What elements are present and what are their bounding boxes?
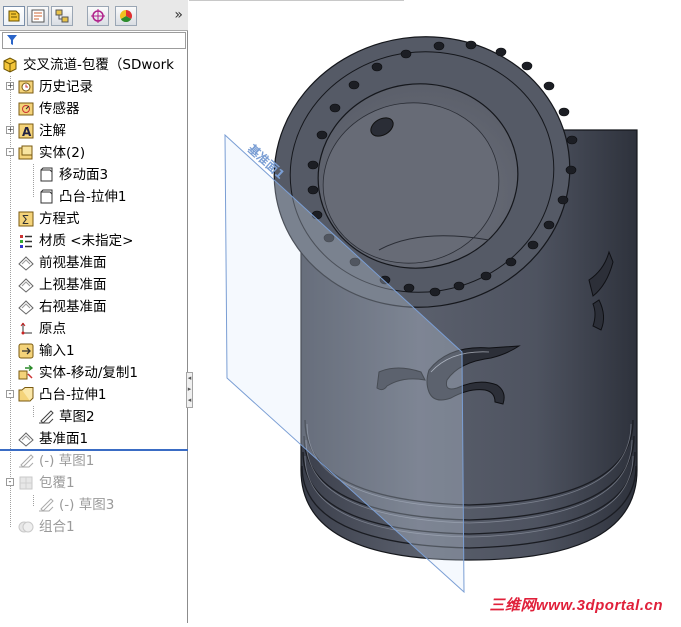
tree-item-label: 实体(2)	[39, 145, 86, 161]
tree-item-label: 组合1	[39, 519, 75, 535]
tree-item[interactable]: 移动面3	[0, 164, 188, 186]
tree-item-label: 凸台-拉伸1	[59, 189, 127, 205]
featuremanager-tab-icon	[8, 10, 20, 22]
tree-item[interactable]: 右视基准面	[0, 296, 188, 318]
tree-item[interactable]: 输入1	[0, 340, 188, 362]
featuremanager-tab[interactable]	[3, 6, 25, 26]
tree-item[interactable]: 组合1	[0, 516, 188, 538]
tree-item[interactable]: 凸台-拉伸1	[0, 186, 188, 208]
tree-item-label: 基准面1	[39, 431, 89, 447]
tree-item-label: 凸台-拉伸1	[39, 387, 107, 403]
tree-item-label: 右视基准面	[39, 299, 107, 315]
tree-item[interactable]: 前视基准面	[0, 252, 188, 274]
tree-item-label: 前视基准面	[39, 255, 107, 271]
extrude-icon	[18, 387, 34, 402]
tree-item-label: 注解	[39, 123, 66, 139]
collapse-toggle[interactable]: -	[6, 478, 14, 486]
svg-text:A: A	[22, 125, 32, 139]
tree-item-label: 包覆1	[39, 475, 75, 491]
feature-manager-panel: » 交叉流道-包覆（SDwork + 历史记录传感器 + A 注解 - 实体(2) 移动面3 凸台…	[0, 0, 188, 623]
plane-icon	[18, 256, 34, 271]
tree-item-label: (-) 草图3	[59, 497, 115, 513]
svg-text:Σ: Σ	[22, 213, 30, 227]
panel-tab-bar: »	[0, 0, 188, 31]
tree-item[interactable]: - 实体(2)	[0, 142, 188, 164]
solid-bodies-icon	[18, 145, 33, 160]
watermark: 三维网www.3dportal.cn	[489, 597, 663, 614]
tree-item[interactable]: + A 注解	[0, 120, 188, 142]
body-icon	[40, 167, 53, 182]
display-manager-tab-icon	[119, 9, 133, 23]
tree-item[interactable]: 草图2	[0, 406, 188, 428]
tree-item[interactable]: 材质 <未指定>	[0, 230, 188, 252]
plane-icon	[18, 278, 34, 293]
expand-toggle[interactable]: +	[6, 82, 14, 90]
model-view[interactable]: 基准面1	[189, 0, 681, 623]
more-tabs-button[interactable]: »	[174, 7, 183, 23]
configurationmanager-tab-icon	[55, 9, 69, 23]
origin-icon	[20, 322, 32, 335]
imported-icon	[18, 343, 34, 359]
part-icon	[3, 57, 17, 73]
expand-toggle[interactable]: +	[6, 126, 14, 134]
tree-item[interactable]: 交叉流道-包覆（SDwork	[0, 54, 188, 76]
tree-item-label: 移动面3	[59, 167, 109, 183]
equations-icon: Σ	[18, 211, 34, 227]
tree-item[interactable]: 上视基准面	[0, 274, 188, 296]
tree-item-label: 上视基准面	[39, 277, 107, 293]
wrap-icon	[19, 476, 33, 490]
tree-item[interactable]: 基准面1	[0, 428, 188, 450]
tree-item-label: 材质 <未指定>	[39, 233, 134, 249]
tree-filter-field[interactable]	[2, 32, 186, 49]
tree-item[interactable]: 传感器	[0, 98, 188, 120]
filter-icon	[7, 35, 17, 45]
collapse-toggle[interactable]: -	[6, 148, 14, 156]
material-icon	[20, 235, 32, 248]
tree-item-label: 历史记录	[39, 79, 93, 95]
tree-item-label: (-) 草图1	[39, 453, 95, 469]
combine-icon	[18, 521, 34, 533]
rollback-bar[interactable]	[0, 449, 188, 451]
tree-item-label: 草图2	[59, 409, 95, 425]
tree-item-label: 输入1	[39, 343, 75, 359]
collapse-toggle[interactable]: -	[6, 390, 14, 398]
history-icon	[18, 80, 34, 94]
propertymanager-tab-icon	[31, 9, 45, 23]
plane-icon	[18, 432, 34, 447]
move-copy-icon	[18, 365, 34, 380]
tree-item[interactable]: 实体-移动/复制1	[0, 362, 188, 384]
tree-item[interactable]: + 历史记录	[0, 76, 188, 98]
tree-item-label: 交叉流道-包覆（SDwork	[23, 57, 175, 73]
dimxpert-tab[interactable]	[87, 6, 109, 26]
dimxpert-tab-icon	[91, 9, 105, 23]
sketch-icon	[19, 454, 34, 468]
tree-item-label: 传感器	[39, 101, 80, 117]
propertymanager-tab[interactable]	[27, 6, 49, 26]
tree-item-label: 原点	[39, 321, 66, 337]
tree-item[interactable]: 原点	[0, 318, 188, 340]
configurationmanager-tab[interactable]	[51, 6, 73, 26]
sketch-icon	[39, 498, 54, 512]
sensors-icon	[18, 102, 34, 116]
tree-item[interactable]: Σ 方程式	[0, 208, 188, 230]
sketch-icon	[39, 410, 54, 424]
tree-item-label: 方程式	[39, 211, 80, 227]
tree-item[interactable]: (-) 草图3	[0, 494, 188, 516]
tree-item[interactable]: - 包覆1	[0, 472, 188, 494]
graphics-area[interactable]: 基准面1 三维网www.3dportal.cn	[189, 0, 681, 623]
display-manager-tab[interactable]	[115, 6, 137, 26]
tree-item[interactable]: - 凸台-拉伸1	[0, 384, 188, 406]
body-icon	[40, 189, 53, 204]
annotations-icon: A	[18, 123, 34, 139]
tree-item-label: 实体-移动/复制1	[39, 365, 139, 381]
plane-icon	[18, 300, 34, 315]
tree-item[interactable]: (-) 草图1	[0, 450, 188, 472]
